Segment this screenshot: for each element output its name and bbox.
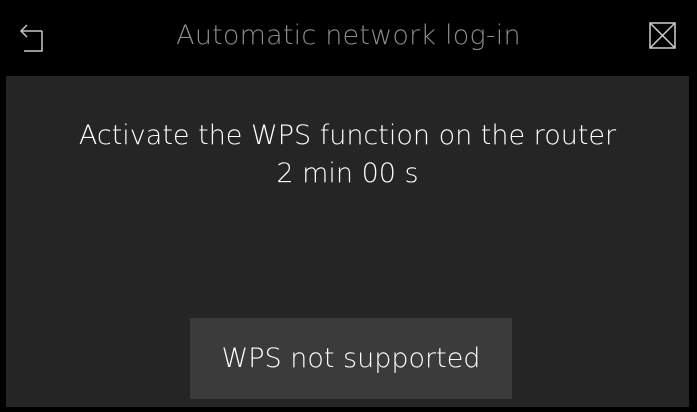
content-panel: Activate the WPS function on the router …: [6, 76, 689, 407]
countdown-timer: 2 min 00 s: [276, 158, 419, 189]
header-bar: Automatic network log-in: [0, 0, 697, 76]
wps-not-supported-button[interactable]: WPS not supported: [190, 318, 512, 399]
instruction-text: Activate the WPS function on the router: [78, 120, 617, 151]
page-title: Automatic network log-in: [176, 20, 521, 51]
wps-login-screen: Automatic network log-in Activate the WP…: [0, 0, 697, 412]
wps-not-supported-label: WPS not supported: [221, 343, 481, 374]
back-button[interactable]: [18, 22, 48, 56]
close-icon: [649, 22, 676, 49]
close-button[interactable]: [649, 22, 676, 49]
back-arrow-icon: [19, 24, 43, 52]
